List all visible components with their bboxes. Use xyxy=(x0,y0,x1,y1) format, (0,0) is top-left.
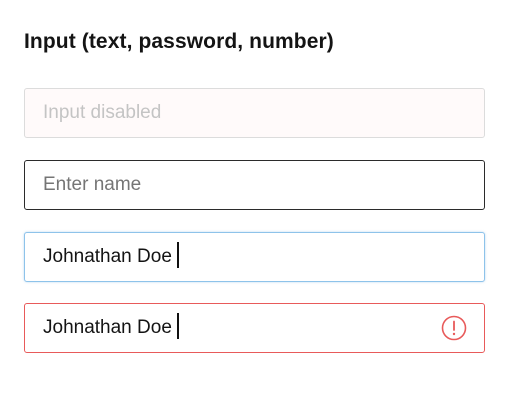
name-input-error[interactable]: Johnathan Doe xyxy=(24,303,485,353)
section-title: Input (text, password, number) xyxy=(24,30,334,53)
text-caret xyxy=(176,241,179,268)
name-input-error-value: Johnathan Doe xyxy=(43,317,172,338)
text-caret xyxy=(176,312,179,339)
name-input-error-value-wrap: Johnathan Doe xyxy=(43,304,179,352)
name-input-focused-value-wrap: Johnathan Doe xyxy=(43,233,179,281)
name-input-focused-value: Johnathan Doe xyxy=(43,246,172,267)
input-disabled-placeholder: Input disabled xyxy=(43,102,162,123)
name-input-focused[interactable]: Johnathan Doe xyxy=(24,232,485,282)
name-input[interactable]: Enter name xyxy=(24,160,485,210)
input-disabled: Input disabled xyxy=(24,88,485,138)
error-exclamation-circle-icon xyxy=(441,315,467,341)
name-input-placeholder: Enter name xyxy=(43,174,142,195)
